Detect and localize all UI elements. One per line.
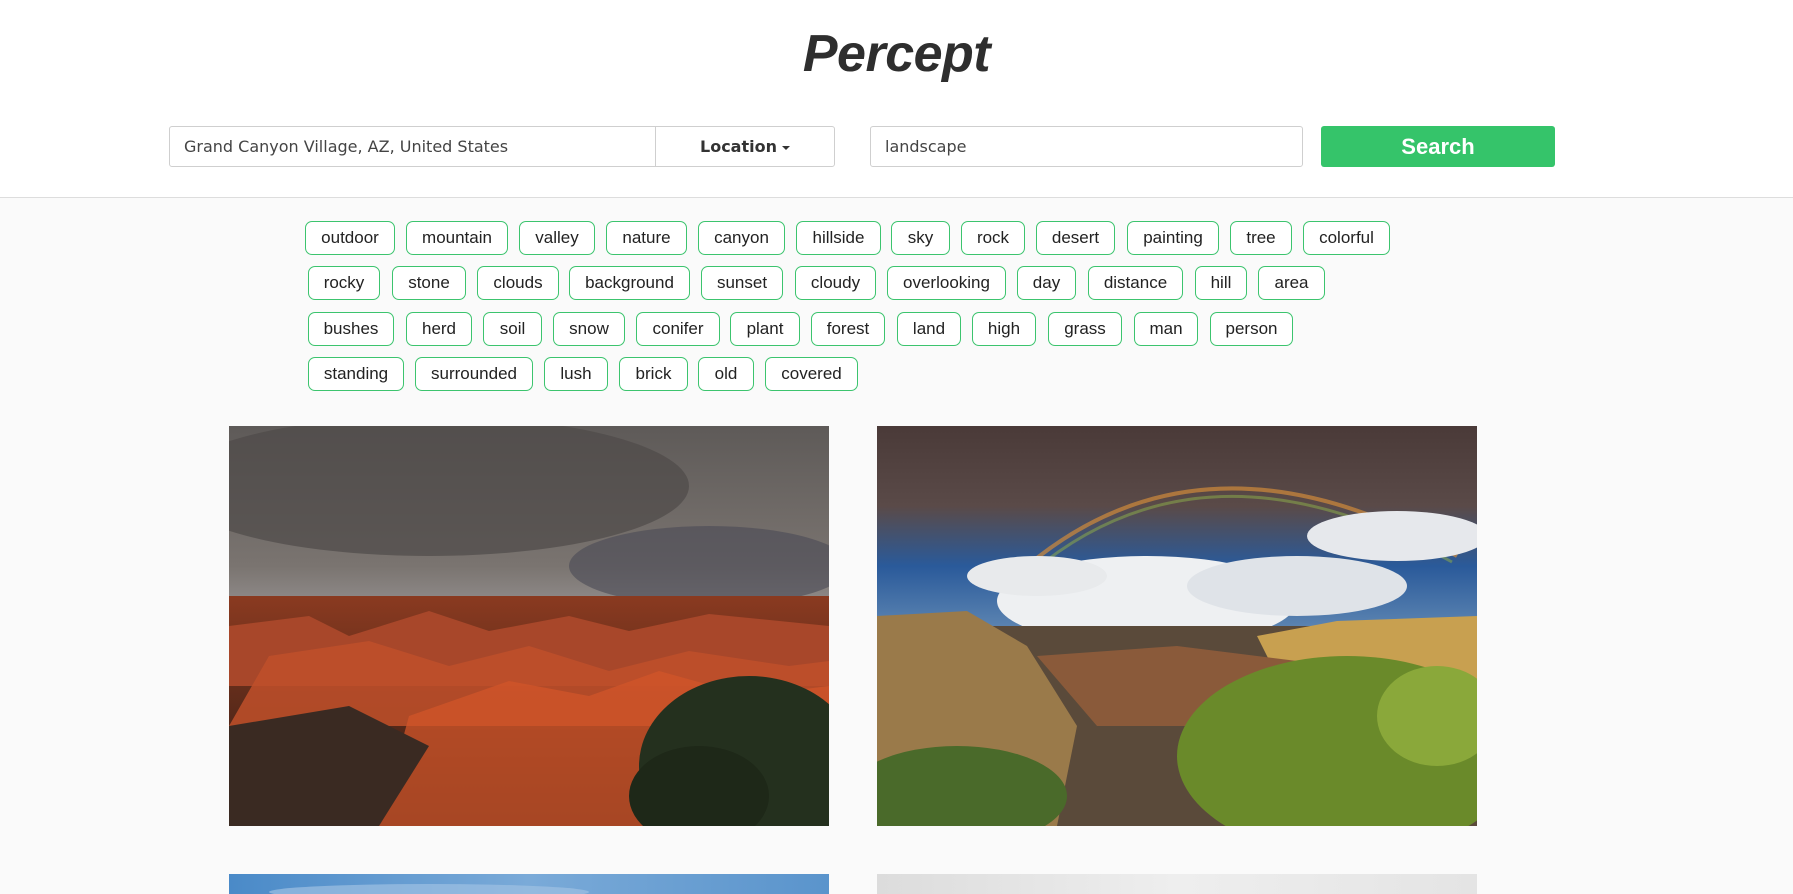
tag-chip[interactable]: plant (730, 312, 800, 346)
tag-chip[interactable]: canyon (698, 221, 785, 255)
tag-chip[interactable]: nature (606, 221, 687, 255)
tag-chip[interactable]: herd (406, 312, 472, 346)
tag-chip[interactable]: person (1210, 312, 1293, 346)
caret-down-icon (781, 145, 790, 150)
result-image[interactable] (229, 874, 829, 894)
tag-chip[interactable]: grass (1048, 312, 1122, 346)
grand-canyon-blue-photo (229, 874, 829, 894)
tag-chip[interactable]: clouds (477, 266, 559, 300)
grand-canyon-storm-photo (229, 426, 829, 826)
tag-chip[interactable]: bushes (308, 312, 394, 346)
tag-chip[interactable]: forest (811, 312, 885, 346)
tag-chip[interactable]: painting (1127, 221, 1219, 255)
tag-chip[interactable]: snow (553, 312, 625, 346)
tag-chip[interactable]: surrounded (415, 357, 533, 391)
tag-chip[interactable]: tree (1230, 221, 1292, 255)
tag-chip[interactable]: sunset (701, 266, 783, 300)
result-image[interactable] (229, 426, 829, 826)
tag-chip[interactable]: rocky (308, 266, 380, 300)
tag-chip[interactable]: mountain (406, 221, 508, 255)
tag-chip[interactable]: hill (1195, 266, 1247, 300)
tag-chip[interactable]: conifer (636, 312, 720, 346)
tag-chip[interactable]: lush (544, 357, 608, 391)
location-dropdown-button[interactable]: Location (655, 126, 835, 167)
app-logo[interactable]: Percept (0, 24, 1793, 84)
location-button-label: Location (700, 137, 777, 156)
tag-chip[interactable]: land (897, 312, 961, 346)
tag-chip[interactable]: old (698, 357, 754, 391)
grand-canyon-rainbow-photo (877, 426, 1477, 826)
location-input[interactable]: Grand Canyon Village, AZ, United States (169, 126, 656, 167)
tag-chip[interactable]: desert (1036, 221, 1115, 255)
search-button[interactable]: Search (1321, 126, 1555, 167)
tag-chip[interactable]: soil (483, 312, 542, 346)
result-image[interactable] (877, 874, 1477, 894)
keyword-input[interactable]: landscape (870, 126, 1303, 167)
tag-chip[interactable]: day (1017, 266, 1076, 300)
tag-chip[interactable]: sky (891, 221, 950, 255)
tag-chip[interactable]: brick (619, 357, 688, 391)
tag-chip[interactable]: background (569, 266, 690, 300)
tag-chip[interactable]: covered (765, 357, 858, 391)
result-image[interactable] (877, 426, 1477, 826)
tag-chip[interactable]: outdoor (305, 221, 395, 255)
tag-chip[interactable]: man (1134, 312, 1198, 346)
tag-chip[interactable]: area (1258, 266, 1325, 300)
tag-chip[interactable]: rock (961, 221, 1025, 255)
grand-canyon-misty-photo (877, 874, 1477, 894)
tag-chip[interactable]: cloudy (795, 266, 876, 300)
tag-chip[interactable]: stone (392, 266, 466, 300)
tag-chip[interactable]: colorful (1303, 221, 1390, 255)
tag-chip[interactable]: overlooking (887, 266, 1006, 300)
tag-chip[interactable]: distance (1088, 266, 1183, 300)
tag-chip[interactable]: hillside (796, 221, 881, 255)
tag-chip[interactable]: high (972, 312, 1036, 346)
tag-chip[interactable]: valley (519, 221, 595, 255)
tag-chip[interactable]: standing (308, 357, 404, 391)
header: Percept Grand Canyon Village, AZ, United… (0, 0, 1793, 198)
